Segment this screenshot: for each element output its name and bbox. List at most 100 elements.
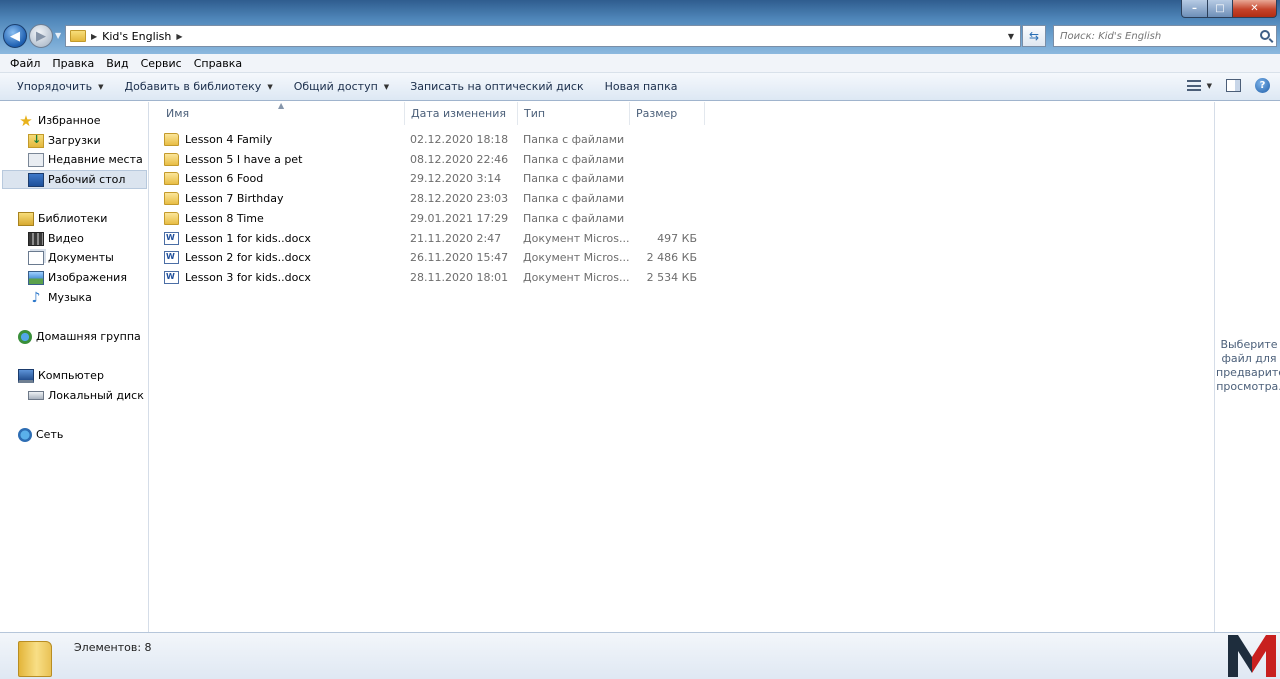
nav-label: Библиотеки	[38, 212, 108, 225]
nav-label: Загрузки	[48, 134, 101, 147]
search-input[interactable]	[1060, 30, 1250, 42]
file-row[interactable]: Lesson 1 for kids..docx 21.11.2020 2:47 До…	[164, 229, 704, 248]
file-type: Папка с файлами	[523, 152, 625, 166]
word-document-icon	[164, 251, 179, 265]
search-box[interactable]	[1053, 25, 1277, 47]
nav-local-disk[interactable]: Локальный диск (C	[28, 386, 149, 405]
organize-label: Упорядочить	[17, 80, 93, 93]
nav-label: Избранное	[38, 114, 101, 127]
preview-pane: Выберите файл для предварительн просмотр…	[1214, 102, 1280, 632]
recent-pages-dropdown[interactable]: ▼	[55, 31, 61, 40]
breadcrumb-kids-english[interactable]: Kid's English	[102, 30, 171, 43]
nav-downloads[interactable]: Загрузки	[28, 131, 148, 150]
organize-button[interactable]: Упорядочить ▼	[10, 80, 111, 93]
chevron-right-icon[interactable]: ▶	[176, 32, 182, 41]
burn-label: Записать на оптический диск	[410, 80, 584, 93]
column-headers: ▲ Имя Дата изменения Тип Размер	[150, 101, 1214, 125]
chevron-down-icon[interactable]: ▼	[1207, 82, 1212, 90]
nav-computer[interactable]: Компьютер	[18, 366, 148, 385]
file-date: 29.01.2021 17:29	[410, 211, 509, 225]
file-row[interactable]: Lesson 4 Family 02.12.2020 18:18 Папка с ф…	[164, 130, 704, 149]
folder-icon	[164, 133, 179, 146]
new-folder-label: Новая папка	[604, 80, 678, 93]
file-size: 2 486 КБ	[646, 251, 697, 265]
forward-button[interactable]: ▶	[29, 24, 53, 48]
add-to-library-button[interactable]: Добавить в библиотеку ▼	[118, 80, 280, 93]
minimize-button[interactable]: –	[1181, 0, 1208, 18]
file-row[interactable]: Lesson 2 for kids..docx 26.11.2020 15:47 Д…	[164, 248, 704, 267]
nav-label: Документы	[48, 251, 114, 264]
folder-icon	[164, 172, 179, 186]
chevron-down-icon: ▼	[98, 82, 104, 91]
documents-icon	[28, 250, 44, 265]
nav-documents[interactable]: Документы	[28, 248, 148, 267]
nav-music[interactable]: ♪ Музыка	[28, 288, 148, 307]
file-type: Документ Micros...	[523, 231, 630, 245]
search-icon[interactable]	[1260, 30, 1270, 40]
nav-label: Музыка	[48, 291, 92, 304]
address-dropdown-icon[interactable]: ▼	[1002, 26, 1020, 46]
refresh-button[interactable]: ⇆	[1022, 25, 1046, 47]
column-name[interactable]: Имя	[160, 102, 405, 125]
nav-label: Локальный диск (C	[48, 389, 149, 402]
preview-pane-toggle-icon[interactable]	[1226, 79, 1241, 92]
nav-label: Компьютер	[38, 369, 104, 382]
column-size[interactable]: Размер	[630, 102, 705, 125]
chevron-right-icon[interactable]: ▶	[91, 32, 97, 41]
file-row[interactable]: Lesson 7 Birthday 28.12.2020 23:03 Папка с…	[164, 189, 704, 208]
nav-label: Видео	[48, 232, 84, 245]
music-icon: ♪	[31, 289, 41, 306]
file-row[interactable]: Lesson 5 I have a pet 08.12.2020 22:46 Пап…	[164, 150, 704, 169]
nav-libraries[interactable]: Библиотеки	[18, 209, 148, 228]
file-row[interactable]: Lesson 6 Food 29.12.2020 3:14 Папка с файл…	[164, 169, 704, 188]
file-name: Lesson 1 for kids..docx	[185, 231, 311, 245]
nav-recent-places[interactable]: Недавние места	[28, 150, 148, 169]
word-document-icon	[164, 270, 179, 284]
command-bar: Упорядочить ▼ Добавить в библиотеку ▼ Общи…	[0, 73, 1280, 101]
close-button[interactable]: ✕	[1233, 0, 1277, 18]
star-icon: ★	[19, 111, 33, 130]
nav-homegroup[interactable]: Домашняя группа	[18, 327, 148, 346]
file-row[interactable]: Lesson 8 Time 29.01.2021 17:29 Папка с фай…	[164, 209, 704, 228]
folder-icon	[18, 641, 52, 677]
nav-favorites[interactable]: ★ Избранное	[18, 111, 148, 130]
address-bar[interactable]: ▶ Kid's English ▶ ▼	[65, 25, 1021, 47]
file-row[interactable]: Lesson 3 for kids..docx 28.11.2020 18:01 Д…	[164, 268, 704, 287]
nav-label: Сеть	[36, 428, 64, 441]
file-name: Lesson 4 Family	[185, 133, 273, 146]
menu-file[interactable]: Файл	[4, 57, 46, 70]
maximize-button[interactable]: □	[1208, 0, 1233, 18]
nav-desktop[interactable]: Рабочий стол	[2, 170, 147, 189]
video-icon	[28, 231, 44, 246]
file-size: 497 КБ	[657, 231, 697, 245]
file-name: Lesson 7 Birthday	[185, 192, 284, 206]
new-folder-button[interactable]: Новая папка	[598, 80, 685, 93]
menu-tools[interactable]: Сервис	[135, 57, 188, 70]
preview-message: Выберите файл для предварительн просмотр…	[1216, 338, 1280, 393]
views-icon[interactable]	[1186, 80, 1201, 91]
recent-places-icon	[28, 152, 44, 167]
nav-label: Изображения	[48, 271, 127, 284]
share-label: Общий доступ	[293, 80, 378, 93]
file-size: 2 534 КБ	[646, 270, 697, 284]
file-date: 29.12.2020 3:14	[410, 172, 502, 186]
file-name: Lesson 2 for kids..docx	[185, 251, 311, 265]
column-date-modified[interactable]: Дата изменения	[405, 102, 518, 125]
menu-view[interactable]: Вид	[100, 57, 134, 70]
nav-network[interactable]: Сеть	[18, 425, 148, 444]
word-document-icon	[164, 231, 179, 245]
menu-edit[interactable]: Правка	[46, 57, 100, 70]
file-type: Папка с файлами	[523, 192, 625, 206]
navigation-pane: ★ Избранное Загрузки Недавние места Рабо…	[0, 102, 149, 632]
file-date: 26.11.2020 15:47	[410, 251, 509, 265]
column-type[interactable]: Тип	[518, 102, 630, 125]
libraries-icon	[18, 211, 34, 226]
share-button[interactable]: Общий доступ ▼	[287, 80, 396, 93]
folder-icon	[70, 30, 86, 42]
nav-video[interactable]: Видео	[28, 229, 148, 248]
help-icon[interactable]: ?	[1255, 78, 1270, 93]
nav-pictures[interactable]: Изображения	[28, 268, 148, 287]
burn-button[interactable]: Записать на оптический диск	[403, 80, 590, 93]
menu-help[interactable]: Справка	[188, 57, 248, 70]
back-button[interactable]: ◀	[3, 24, 27, 48]
